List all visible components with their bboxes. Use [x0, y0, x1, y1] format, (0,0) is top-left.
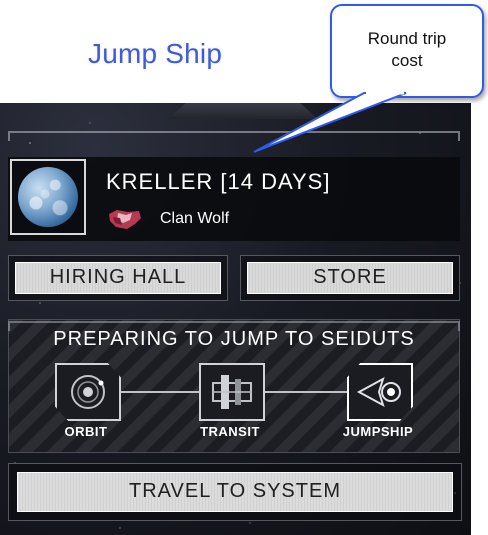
- annotation-callout: Round trip cost: [330, 4, 484, 98]
- hiring-hall-button[interactable]: HIRING HALL: [15, 262, 221, 294]
- hiring-hall-frame: HIRING HALL: [8, 255, 228, 301]
- jump-frame-bracket: [8, 321, 460, 331]
- annotation-heading: Jump Ship: [88, 38, 223, 69]
- panel-top-notch: [168, 103, 318, 119]
- jump-ship-panel: KRELLER [14 DAYS] Clan Wolf HIRING HALL …: [0, 103, 471, 535]
- step-orbit: [55, 363, 121, 421]
- step-transit: [199, 363, 265, 421]
- faction-name: Clan Wolf: [160, 210, 230, 227]
- callout-text: Round trip cost: [367, 29, 447, 70]
- frame-bracket: [8, 131, 460, 141]
- step-jumpship-active: [347, 363, 413, 421]
- orbit-icon: [71, 375, 105, 409]
- step-transit-label: TRANSIT: [200, 424, 260, 439]
- jump-progress: PREPARING TO JUMP TO SEIDUTS ORBIT TRANS…: [8, 319, 460, 453]
- jump-status-title: PREPARING TO JUMP TO SEIDUTS: [53, 328, 415, 350]
- step-orbit-label: ORBIT: [64, 424, 108, 439]
- travel-to-system-button[interactable]: TRAVEL TO SYSTEM: [17, 472, 453, 512]
- store-button[interactable]: STORE: [247, 262, 453, 294]
- planet-thumbnail: [10, 159, 86, 235]
- transit-icon: [212, 375, 252, 409]
- planet-clouds: [18, 167, 78, 227]
- travel-frame: TRAVEL TO SYSTEM: [8, 463, 462, 521]
- store-frame: STORE: [240, 255, 460, 301]
- system-name: KRELLER [14 DAYS]: [106, 169, 331, 194]
- clan-wolf-icon: [109, 210, 141, 229]
- step-jumpship-label: JUMPSHIP: [342, 424, 414, 439]
- jumpship-icon: [356, 376, 401, 408]
- system-info: KRELLER [14 DAYS] Clan Wolf: [8, 157, 460, 241]
